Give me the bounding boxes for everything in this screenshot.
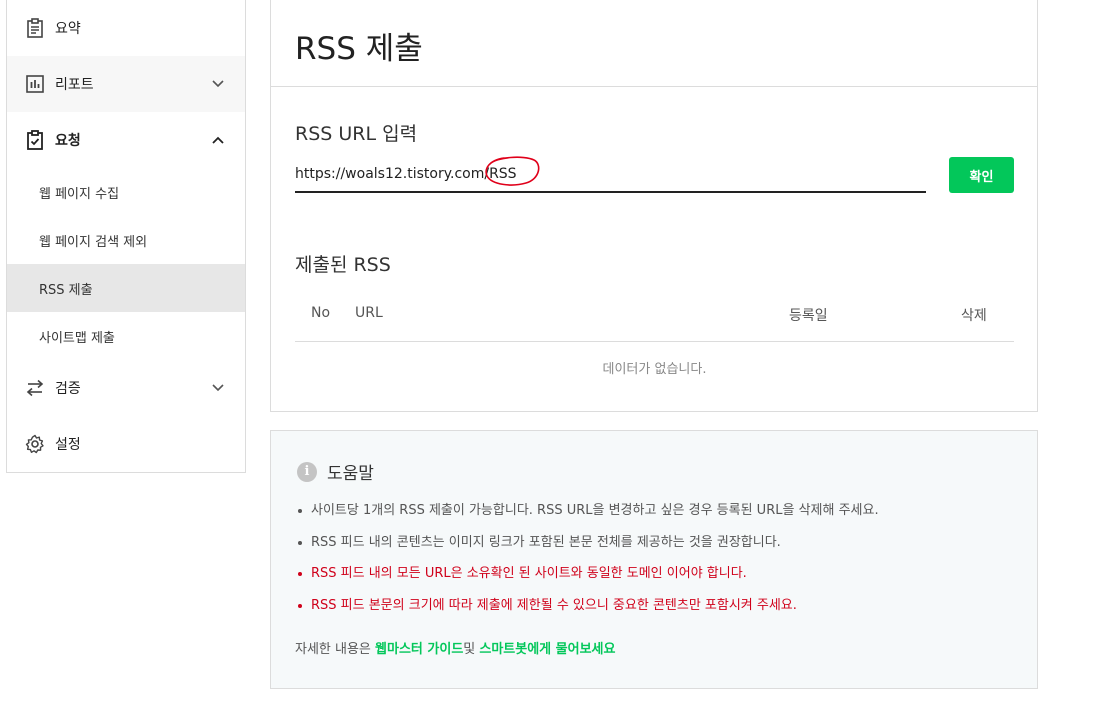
- column-header-delete: 삭제: [961, 308, 987, 324]
- sidebar: 요약 리포트 요청 웹 페이지 수집 웹 페이지 검색 제외 RSS 제출 사이…: [6, 0, 246, 473]
- column-header-date: 등록일: [789, 308, 828, 324]
- list-item: RSS 피드 내의 콘텐츠는 이미지 링크가 포함된 본문 전체를 제공하는 것…: [295, 533, 879, 565]
- bar-chart-icon: [25, 74, 45, 94]
- ask-smartbot-link[interactable]: 스마트봇에게 물어보세요: [479, 642, 615, 657]
- table-header: No URL 등록일 삭제: [295, 292, 1014, 342]
- chevron-up-icon[interactable]: [211, 133, 225, 147]
- rss-url-input-wrapper: [295, 156, 926, 193]
- help-footer: 자세한 내용은 웹마스터 가이드및 스마트봇에게 물어보세요: [295, 638, 615, 657]
- footer-middle: 및: [463, 642, 480, 657]
- list-item: 사이트당 1개의 RSS 제출이 가능합니다. RSS URL을 변경하고 싶은…: [295, 501, 879, 533]
- help-list: 사이트당 1개의 RSS 제출이 가능합니다. RSS URL을 변경하고 싶은…: [295, 501, 879, 627]
- sidebar-item-report[interactable]: 리포트: [7, 56, 245, 112]
- chevron-down-icon[interactable]: [211, 381, 225, 395]
- help-title-text: 도움말: [327, 464, 374, 484]
- sidebar-item-label: 요약: [55, 21, 81, 37]
- chevron-down-icon[interactable]: [211, 77, 225, 91]
- sidebar-item-label: 요청: [55, 133, 81, 149]
- sidebar-item-verify[interactable]: 검증: [7, 360, 245, 416]
- sidebar-item-label: 리포트: [55, 77, 94, 93]
- footer-prefix: 자세한 내용은: [295, 642, 376, 657]
- sidebar-subitem-web-page-exclude[interactable]: 웹 페이지 검색 제외: [7, 216, 245, 264]
- help-title: i 도움말: [297, 459, 374, 484]
- help-panel: i 도움말 사이트당 1개의 RSS 제출이 가능합니다. RSS URL을 변…: [270, 430, 1038, 689]
- submitted-rss-label: 제출된 RSS: [295, 254, 391, 276]
- sidebar-subitem-rss-submit[interactable]: RSS 제출: [7, 264, 245, 312]
- sidebar-item-label: 설정: [55, 437, 81, 453]
- clipboard-icon: [25, 18, 45, 38]
- webmaster-guide-link[interactable]: 웹마스터 가이드: [375, 642, 463, 657]
- list-item: RSS 피드 내의 모든 URL은 소유확인 된 사이트와 동일한 도메인 이어…: [295, 564, 879, 596]
- rss-submit-panel: RSS 제출 RSS URL 입력 확인 제출된 RSS No URL 등록일 …: [270, 0, 1038, 412]
- rss-url-input-label: RSS URL 입력: [295, 123, 418, 145]
- sidebar-subitem-web-page-collect[interactable]: 웹 페이지 수집: [7, 168, 245, 216]
- column-header-url: URL: [355, 305, 383, 321]
- page-title: RSS 제출: [271, 0, 1037, 87]
- list-item: RSS 피드 본문의 크기에 따라 제출에 제한될 수 있으니 중요한 콘텐츠만…: [295, 596, 879, 628]
- sidebar-item-settings[interactable]: 설정: [7, 416, 245, 472]
- sidebar-item-summary[interactable]: 요약: [7, 0, 245, 56]
- sidebar-item-label: 검증: [55, 381, 81, 397]
- clipboard-check-icon: [25, 130, 45, 150]
- column-header-no: No: [311, 305, 331, 321]
- confirm-button[interactable]: 확인: [949, 157, 1014, 193]
- info-icon: i: [297, 461, 317, 482]
- swap-arrows-icon: [25, 378, 45, 398]
- rss-url-input[interactable]: [295, 158, 926, 190]
- empty-table-message: 데이터가 없습니다.: [602, 362, 707, 377]
- sidebar-subitem-sitemap-submit[interactable]: 사이트맵 제출: [7, 312, 245, 360]
- sidebar-item-request[interactable]: 요청: [7, 112, 245, 168]
- gear-icon: [25, 434, 45, 454]
